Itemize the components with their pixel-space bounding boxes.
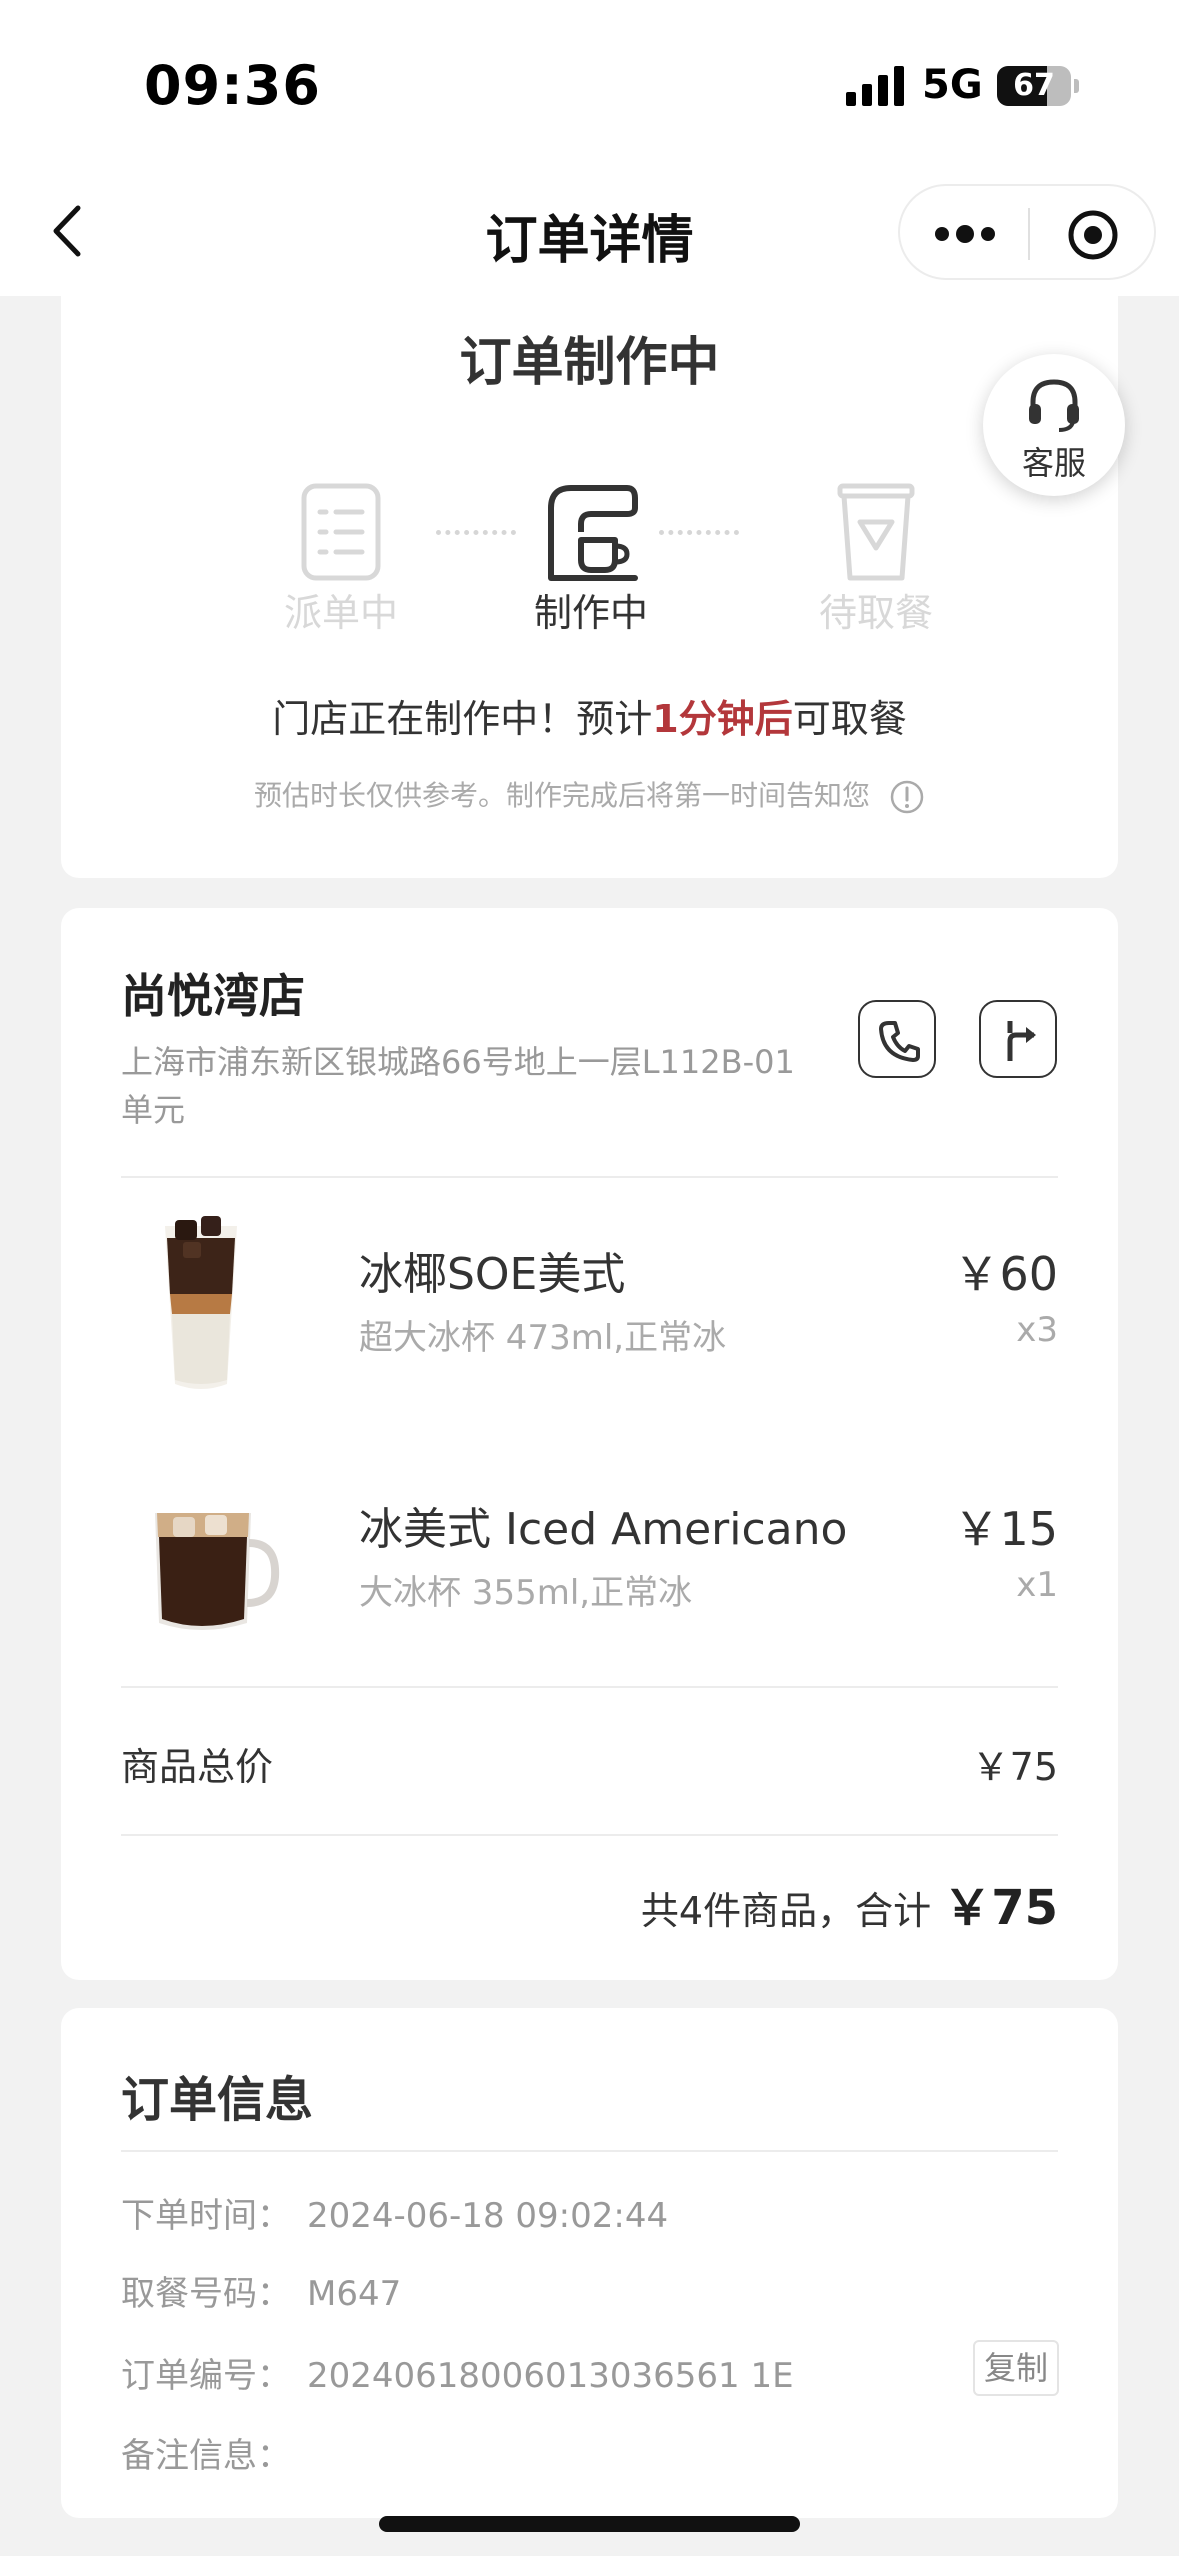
step-dispatching: 派单中 — [241, 482, 441, 637]
remarks-row: 备注信息： — [121, 2436, 291, 2476]
step-label: 制作中 — [533, 591, 648, 635]
more-icon[interactable] — [930, 214, 1000, 254]
step-making: 制作中 — [491, 482, 691, 637]
store-address: 上海市浦东新区银城路66号地上一层L112B-01单元 — [121, 1043, 795, 1129]
store-items-card: 尚悦湾店 上海市浦东新区银城路66号地上一层L112B-01单元 冰椰SOE美式… — [61, 908, 1118, 1980]
iced-americano-image — [155, 1513, 280, 1630]
step-label: 待取餐 — [818, 591, 933, 635]
item-spec: 超大冰杯 473ml,正常冰 — [359, 1318, 727, 1358]
item-name: 冰椰SOE美式 — [359, 1249, 626, 1300]
coffee-machine-icon — [548, 485, 638, 581]
status-bar: 09:36 5G 67 — [0, 0, 1179, 170]
divider — [121, 2150, 1058, 2152]
order-progress-card: 订单制作中 派单中 制作中 待取餐 门店正在制作中！预计1分钟后可取餐 预估时长… — [61, 296, 1118, 878]
takeaway-cup-icon — [837, 483, 915, 581]
store-name: 尚悦湾店 — [121, 969, 305, 1023]
item-name: 冰美式 Iced Americano — [359, 1504, 848, 1555]
headset-icon — [1029, 379, 1079, 432]
pickup-estimate-message: 门店正在制作中！预计1分钟后可取餐 — [272, 697, 907, 741]
estimate-disclaimer: 预估时长仅供参考。制作完成后将第一时间告知您 — [61, 774, 1118, 815]
item-spec: 大冰杯 355ml,正常冰 — [359, 1573, 693, 1613]
mini-program-capsule — [898, 184, 1156, 280]
route-icon — [1007, 1021, 1036, 1061]
divider — [121, 1686, 1058, 1688]
order-info-title: 订单信息 — [121, 2072, 314, 2128]
home-indicator[interactable] — [379, 2516, 800, 2532]
total-amount: ￥75 — [943, 1880, 1058, 1936]
order-total: 共4件商品，合计 ￥75 — [640, 1880, 1058, 1936]
phone-icon — [879, 1021, 920, 1062]
battery-icon: 67 — [997, 66, 1079, 106]
network-type: 5G — [922, 62, 983, 108]
divider — [121, 1176, 1058, 1178]
pickup-number-row: 取餐号码： M647 — [121, 2274, 402, 2314]
cellular-signal-icon — [846, 66, 904, 106]
close-miniprogram-icon[interactable] — [1066, 208, 1120, 262]
order-number-row: 订单编号： 20240618006013036561 1E — [121, 2356, 794, 2396]
call-store-button[interactable] — [858, 1000, 936, 1078]
copy-order-number-button[interactable]: 复制 — [973, 2340, 1059, 2396]
info-icon[interactable] — [889, 779, 925, 815]
battery-percent: 67 — [1013, 68, 1055, 103]
iced-coconut-coffee-image — [165, 1216, 237, 1389]
step-ready: 待取餐 — [751, 482, 1001, 637]
item-price: ￥60 — [953, 1247, 1058, 1301]
navigate-to-store-button[interactable] — [979, 1000, 1057, 1078]
pickup-time-highlight: 1分钟后 — [652, 697, 793, 741]
order-time-row: 下单时间： 2024-06-18 09:02:44 — [121, 2196, 669, 2236]
order-item: 冰椰SOE美式 超大冰杯 473ml,正常冰 ￥60 x3 — [61, 1198, 1118, 1428]
step-connector — [659, 530, 739, 535]
divider — [121, 1834, 1058, 1836]
item-quantity: x3 — [1016, 1310, 1058, 1350]
clock: 09:36 — [144, 54, 321, 117]
step-label: 派单中 — [283, 591, 398, 635]
customer-service-label: 客服 — [1021, 444, 1086, 482]
item-quantity: x1 — [1016, 1565, 1058, 1605]
nav-bar: 订单详情 — [0, 170, 1179, 296]
order-item: 冰美式 Iced Americano 大冰杯 355ml,正常冰 ￥15 x1 — [61, 1453, 1118, 1683]
subtotal-label: 商品总价 — [121, 1745, 274, 1789]
customer-service-button[interactable]: 客服 — [983, 354, 1125, 496]
subtotal-value: ￥75 — [971, 1745, 1058, 1789]
order-info-card: 订单信息 下单时间： 2024-06-18 09:02:44 取餐号码： M647 … — [61, 2008, 1118, 2518]
order-status-title: 订单制作中 — [459, 333, 720, 393]
item-price: ￥15 — [953, 1502, 1058, 1556]
order-list-icon — [301, 483, 381, 581]
